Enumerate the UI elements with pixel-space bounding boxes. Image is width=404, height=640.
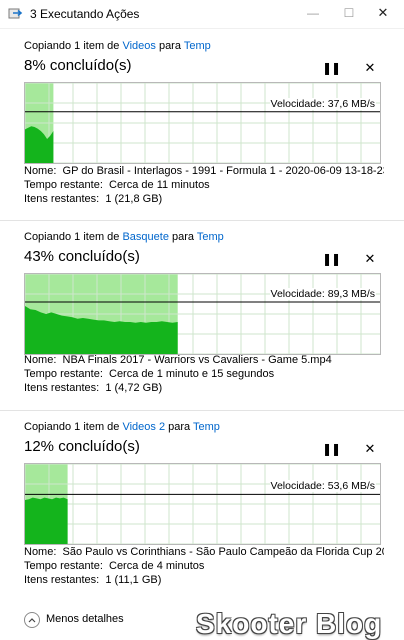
- destination-folder-link[interactable]: Temp: [184, 40, 211, 52]
- speed-graph-svg: [25, 274, 380, 354]
- time-remaining-row: Tempo restante: Cerca de 1 minuto e 15 s…: [24, 368, 275, 380]
- copy-description: Copiando 1 item de Videos 2 para Temp: [24, 421, 220, 433]
- window-title: 3 Executando Ações: [30, 7, 140, 21]
- progress-percentage: 12% concluído(s): [24, 438, 140, 455]
- copy-operation-panel: Copiando 1 item de Videos para Temp 8% c…: [0, 30, 404, 208]
- transfer-speed-graph: Velocidade: 53,6 MB/s: [24, 463, 381, 545]
- items-remaining-row: Itens restantes: 1 (21,8 GB): [24, 193, 163, 205]
- progress-percentage: 43% concluído(s): [24, 248, 140, 265]
- speed-area: [25, 497, 68, 544]
- cancel-button[interactable]: ✕: [362, 251, 378, 267]
- speed-label: Velocidade: 53,6 MB/s: [269, 480, 376, 493]
- source-folder-link[interactable]: Videos 2: [122, 421, 165, 433]
- file-name-row: Nome: GP do Brasil - Interlagos - 1991 -…: [24, 164, 384, 178]
- copy-operation-panel: Copiando 1 item de Videos 2 para Temp 12…: [0, 410, 404, 589]
- close-window-button[interactable]: ✕: [368, 2, 398, 24]
- pause-button[interactable]: ❚❚: [322, 441, 341, 457]
- file-name-value: São Paulo vs Corinthians - São Paulo Cam…: [62, 546, 384, 558]
- time-remaining-row: Tempo restante: Cerca de 4 minutos: [24, 560, 205, 572]
- time-remaining-row: Tempo restante: Cerca de 11 minutos: [24, 179, 210, 191]
- less-details-label[interactable]: Menos detalhes: [46, 613, 124, 625]
- items-remaining-row: Itens restantes: 1 (11,1 GB): [24, 574, 162, 586]
- file-name-row: Nome: São Paulo vs Corinthians - São Pau…: [24, 545, 384, 559]
- file-copy-icon: [8, 8, 23, 19]
- speed-label: Velocidade: 89,3 MB/s: [269, 288, 376, 300]
- speed-label: Velocidade: 37,6 MB/s: [269, 97, 376, 110]
- maximize-button[interactable]: ☐: [334, 2, 364, 24]
- speed-graph-svg: [25, 83, 380, 163]
- progress-percentage: 8% concluído(s): [24, 57, 132, 74]
- file-name-value: GP do Brasil - Interlagos - 1991 - Formu…: [62, 165, 384, 177]
- chevron-up-icon: [28, 618, 36, 623]
- transfer-speed-graph: Velocidade: 37,6 MB/s: [24, 82, 381, 164]
- speed-graph-svg: [25, 464, 380, 544]
- destination-folder-link[interactable]: Temp: [193, 421, 220, 433]
- copy-description: Copiando 1 item de Basquete para Temp: [24, 231, 224, 243]
- watermark-logo: Skooter Blog: [196, 608, 383, 639]
- file-name-row: Nome: NBA Finals 2017 - Warriors vs Cava…: [24, 354, 332, 366]
- collapse-details-button[interactable]: [24, 612, 40, 628]
- destination-folder-link[interactable]: Temp: [197, 231, 224, 243]
- minimize-button[interactable]: —: [298, 2, 328, 24]
- cancel-button[interactable]: ✕: [362, 60, 378, 76]
- cancel-button[interactable]: ✕: [362, 441, 378, 457]
- items-remaining-row: Itens restantes: 1 (4,72 GB): [24, 382, 163, 394]
- transfer-speed-graph: Velocidade: 89,3 MB/s: [24, 273, 381, 355]
- source-folder-link[interactable]: Basquete: [122, 231, 168, 243]
- copy-operation-panel: Copiando 1 item de Basquete para Temp 43…: [0, 220, 404, 399]
- copy-description: Copiando 1 item de Videos para Temp: [24, 40, 211, 52]
- pause-button[interactable]: ❚❚: [322, 60, 341, 76]
- source-folder-link[interactable]: Videos: [122, 40, 155, 52]
- pause-button[interactable]: ❚❚: [322, 251, 341, 267]
- file-name-value: NBA Finals 2017 - Warriors vs Cavaliers …: [62, 354, 332, 366]
- title-bar: 3 Executando Ações — ☐ ✕: [0, 0, 404, 29]
